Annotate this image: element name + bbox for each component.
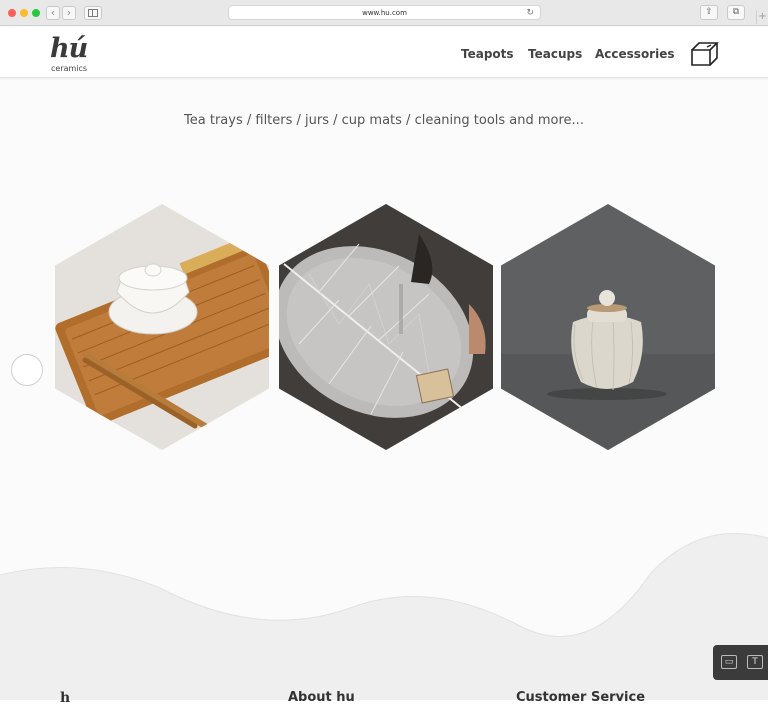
minimize-window-button[interactable] [20,9,28,17]
nav-teacups[interactable]: Teacups [528,47,582,61]
device-icon[interactable]: ▭ [721,655,737,669]
back-button[interactable]: ‹ [46,6,60,20]
chevron-left-icon: ‹ [50,6,56,19]
device-icon-glyph: ▭ [724,657,734,667]
zoom-window-button[interactable] [32,9,40,17]
logo-mark: hú [50,33,88,64]
footer-service-heading[interactable]: Customer Service [516,690,645,705]
footer-logo[interactable]: h [60,690,70,706]
show-tabs-button[interactable]: ⧉ [727,5,745,20]
tagline: Tea trays / filters / jurs / cup mats / … [184,113,584,128]
forward-button[interactable]: › [62,6,76,20]
leaf-tea-filter-image[interactable] [279,204,493,450]
reload-icon[interactable]: ↻ [526,6,534,20]
address-bar[interactable]: www.hu.com ↻ [228,5,541,20]
box-icon[interactable] [690,41,720,67]
text-icon-glyph: T [752,657,758,667]
share-icon: ⇪ [705,7,713,17]
floating-toolbar: ▭ T [713,645,768,680]
carousel-prev-button[interactable] [11,354,43,386]
browser-toolbar: ‹ › www.hu.com ↻ ⇪ ⧉ + [0,0,768,26]
sidebar-icon [88,9,98,17]
footer-wave [0,533,768,700]
url-text: www.hu.com [362,9,407,17]
logo-subtitle: ceramics [51,64,88,73]
tabs-icon: ⧉ [732,7,740,17]
nav-accessories[interactable]: Accessories [595,47,675,61]
site-logo[interactable]: hú ceramics [50,33,90,75]
browser-window: ‹ › www.hu.com ↻ ⇪ ⧉ + hú ceramics Teapo… [0,0,768,706]
sidebar-toggle-button[interactable] [84,6,102,20]
close-window-button[interactable] [8,9,16,17]
plus-icon: + [758,11,767,22]
share-button[interactable]: ⇪ [700,5,718,20]
footer-about-heading[interactable]: About hu [288,690,355,705]
tea-tray-gaiwan-image[interactable] [55,204,269,450]
ceramic-jar-image[interactable] [501,204,715,450]
text-icon[interactable]: T [747,655,763,669]
nav-teapots[interactable]: Teapots [461,47,514,61]
chevron-right-icon: › [66,6,72,19]
site-header: hú ceramics Teapots Teacups Accessories [0,27,768,78]
new-tab-button[interactable]: + [756,10,768,24]
